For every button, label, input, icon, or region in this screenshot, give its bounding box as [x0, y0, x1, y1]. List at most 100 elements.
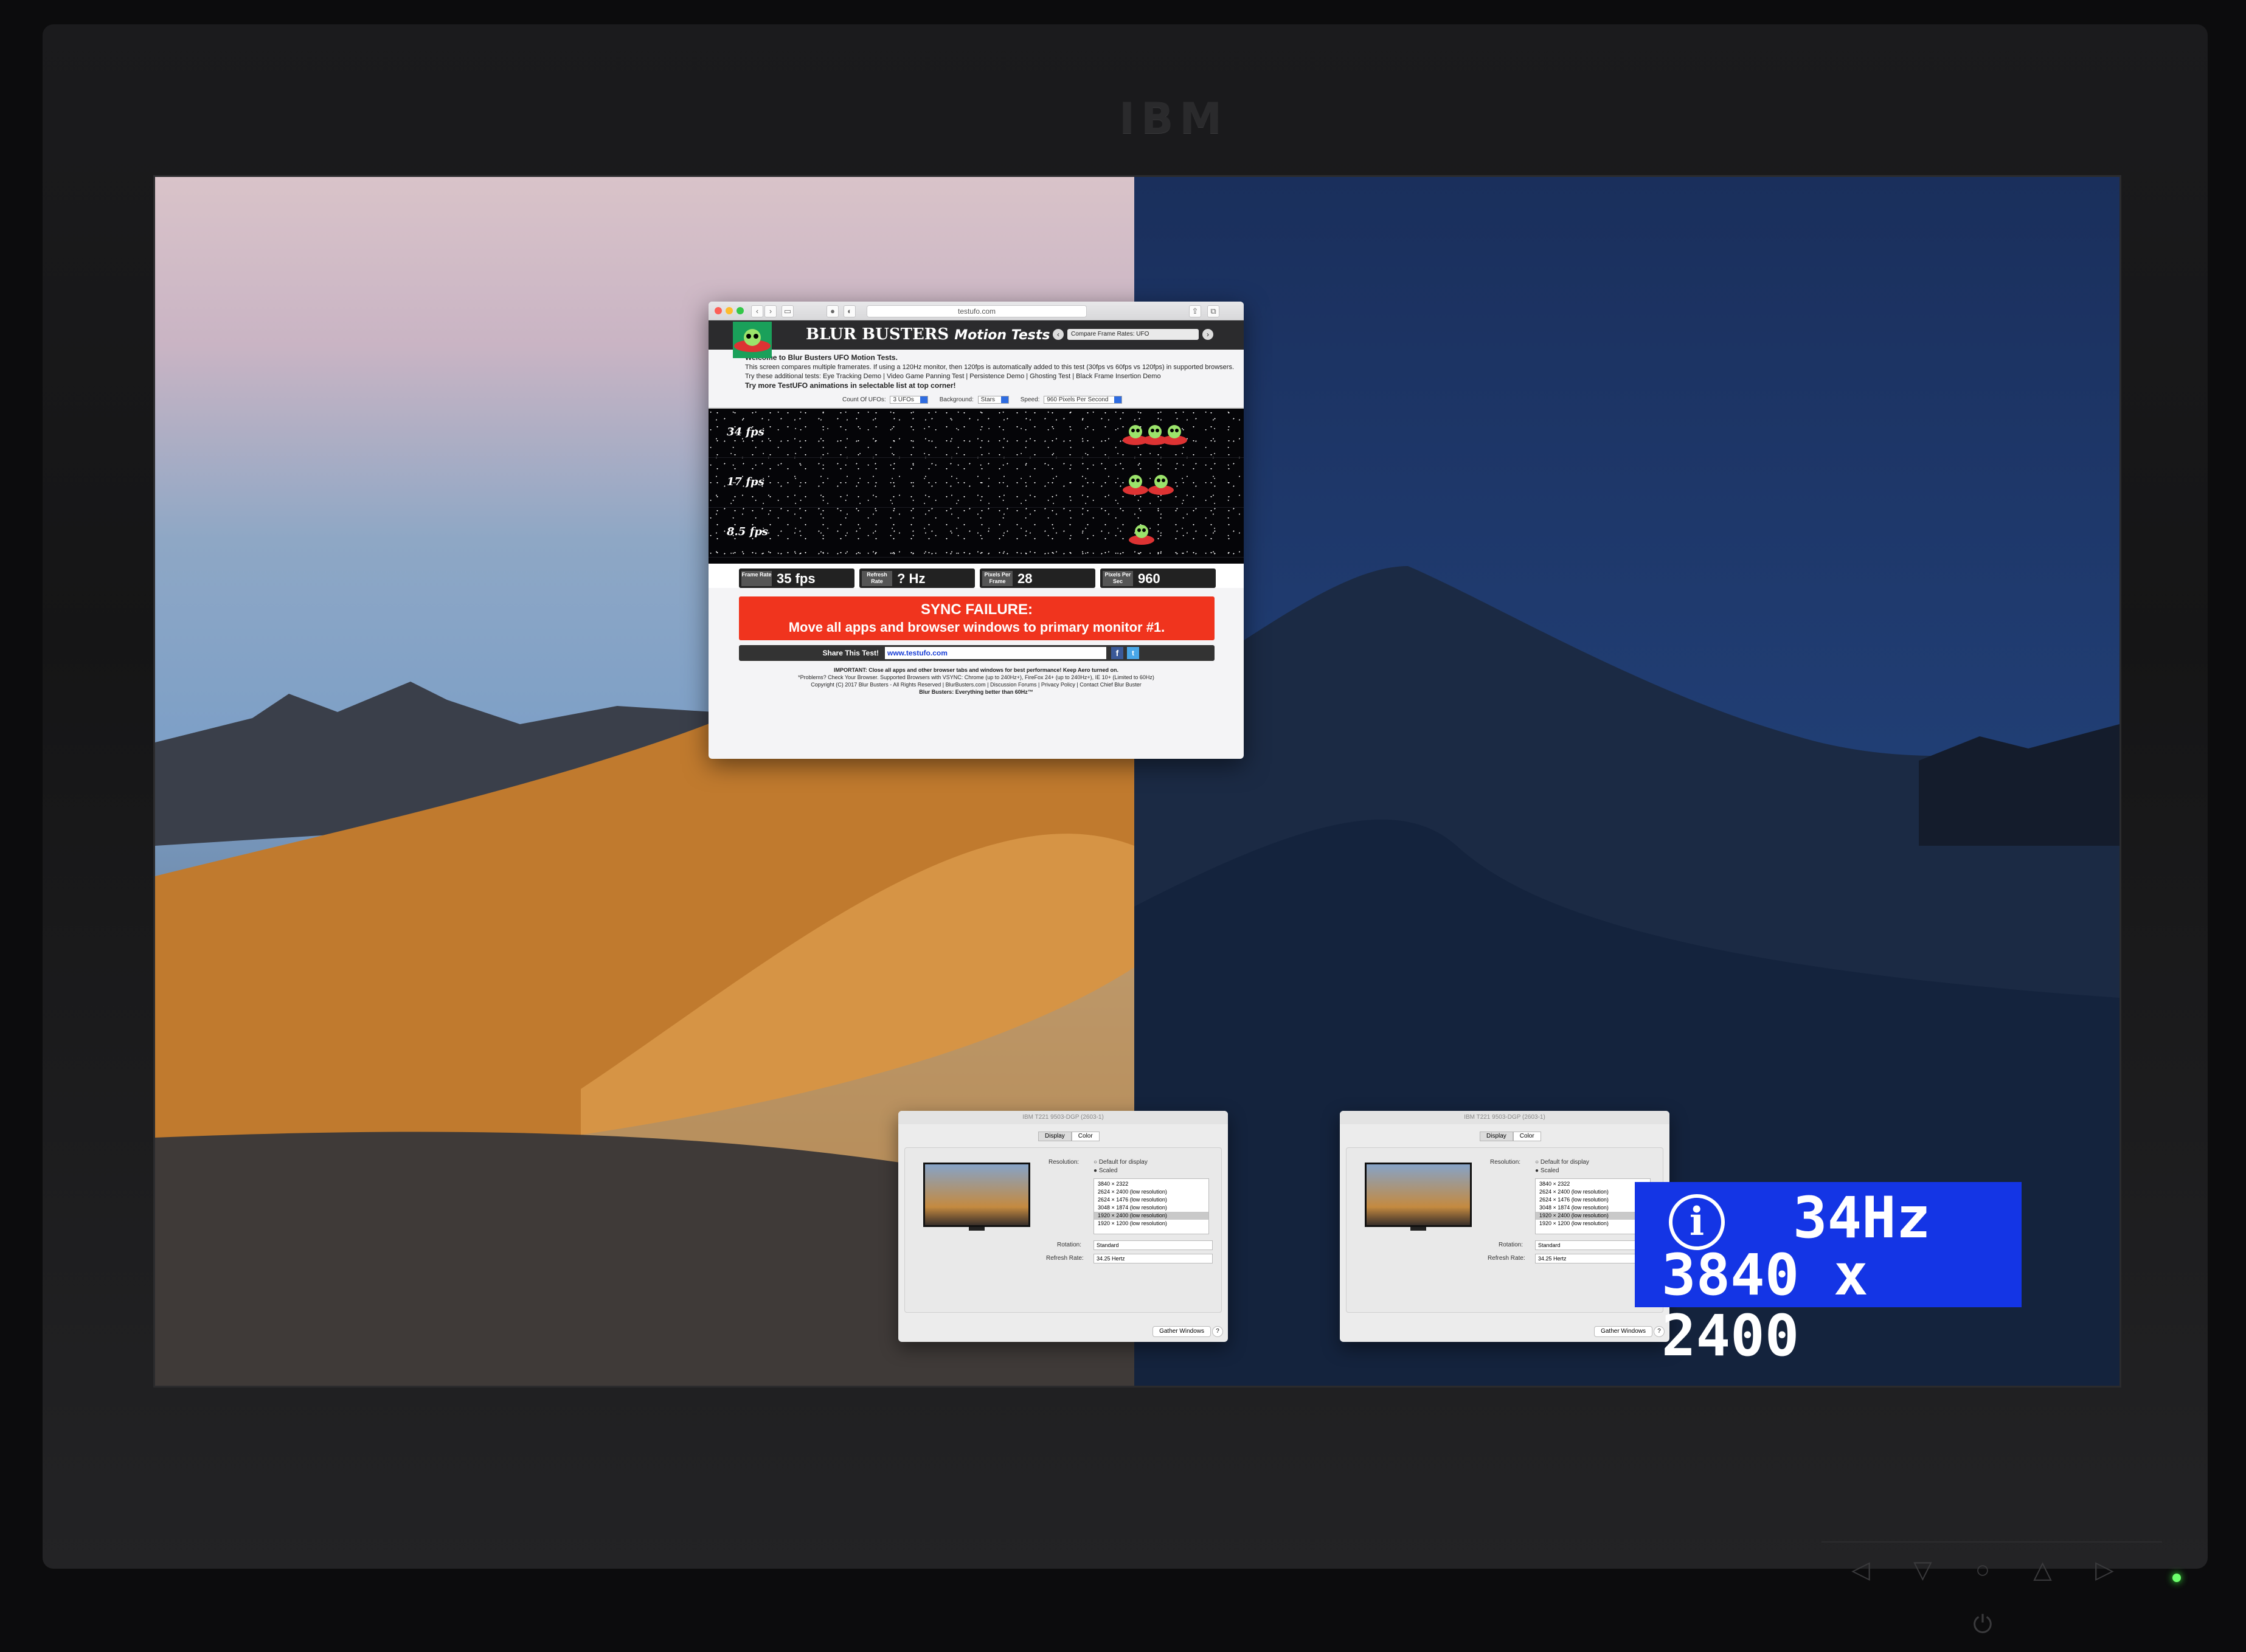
ufo-count-label: Count Of UFOs: [842, 396, 886, 403]
radio-default-label: Default for display [1098, 1159, 1148, 1166]
brand-logo: IBM [1119, 94, 1229, 143]
list-item[interactable]: 1920 × 2400 (low resolution) [1536, 1212, 1650, 1220]
rotation-label: Rotation: [1057, 1242, 1082, 1248]
ufo-count-select[interactable]: 3 UFOs [890, 396, 928, 404]
lane-label: 17 fps [727, 475, 764, 488]
intro-line-2[interactable]: Try these additional tests: Eye Tracking… [745, 373, 1161, 380]
gather-windows-button[interactable]: Gather Windows [1152, 1326, 1211, 1337]
background-label: Background: [939, 396, 974, 403]
osd-resolution: 3840 x 2400 [1662, 1242, 1868, 1369]
browser-titlebar[interactable]: ‹ › ▭ ● ◐ testufo.com ⇪ ⧉ [709, 302, 1244, 320]
ufo-test-area: 34 fps 17 fps 8.5 fps [709, 407, 1244, 564]
twitter-icon[interactable]: t [1127, 647, 1139, 659]
refresh-label: Refresh Rate: [1046, 1255, 1084, 1262]
prev-test-icon[interactable]: ‹ [1053, 329, 1064, 340]
speed-control[interactable]: Speed: 960 Pixels Per Second [1021, 396, 1123, 404]
browser-window[interactable]: ‹ › ▭ ● ◐ testufo.com ⇪ ⧉ BLUR BUSTERS M… [709, 302, 1244, 759]
list-item[interactable]: 3840 × 2322 [1539, 1180, 1650, 1188]
rotation-label: Rotation: [1499, 1242, 1523, 1248]
close-button[interactable] [715, 307, 722, 314]
radio-scaled-label: Scaled [1098, 1167, 1118, 1174]
list-item[interactable]: 1920 × 1200 (low resolution) [1098, 1220, 1208, 1228]
resolution-label: Resolution: [1490, 1159, 1521, 1166]
radio-default[interactable]: ○ Default for display [1535, 1159, 1589, 1166]
list-item[interactable]: 2624 × 2400 (low resolution) [1098, 1188, 1208, 1196]
stat-refresh-rate: Refresh Rate ? Hz [859, 569, 975, 588]
next-test-icon[interactable]: › [1202, 329, 1213, 340]
tab-display[interactable]: Display [1480, 1132, 1513, 1141]
test-select[interactable]: Compare Frame Rates: UFO [1067, 329, 1199, 340]
address-bar[interactable]: testufo.com [867, 305, 1087, 317]
list-item[interactable]: 3048 × 1874 (low resolution) [1539, 1204, 1650, 1212]
display-prefs-window-2[interactable]: IBM T221 9503-DGP (2603-1) Display Color … [1340, 1111, 1669, 1342]
list-item[interactable]: 1920 × 2400 (low resolution) [1094, 1212, 1208, 1220]
speed-select[interactable]: 960 Pixels Per Second [1044, 396, 1123, 404]
radio-scaled[interactable]: ● Scaled [1094, 1167, 1117, 1174]
radio-scaled[interactable]: ● Scaled [1535, 1167, 1559, 1174]
zoom-button[interactable] [737, 307, 744, 314]
display-stand [1410, 1227, 1426, 1231]
list-item[interactable]: 3048 × 1874 (low resolution) [1098, 1204, 1208, 1212]
sync-message: Move all apps and browser windows to pri… [788, 620, 1165, 635]
site-header: BLUR BUSTERS Motion Tests ‹ Compare Fram… [709, 320, 1244, 358]
ufo-icon [1148, 475, 1174, 495]
extension-icon[interactable]: ● [827, 305, 839, 317]
monitor-button-panel[interactable]: ◁ ▽ ○ △ ▷ ⏻ [1821, 1541, 2162, 1638]
stat-value: ? Hz [897, 571, 926, 586]
tab-color[interactable]: Color [1513, 1132, 1541, 1141]
list-item[interactable]: 2624 × 2400 (low resolution) [1539, 1188, 1650, 1196]
list-item[interactable]: 3840 × 2322 [1098, 1180, 1208, 1188]
stat-pixels-per-frame: Pixels Per Frame 28 [980, 569, 1095, 588]
site-subtitle: Motion Tests [954, 328, 1050, 343]
refresh-label: Refresh Rate: [1488, 1255, 1525, 1262]
background-control[interactable]: Background: Stars [940, 396, 1009, 404]
tab-color[interactable]: Color [1071, 1132, 1100, 1141]
ufo-logo-icon [733, 322, 772, 358]
share-url-field[interactable]: www.testufo.com [885, 647, 1106, 659]
sync-title: SYNC FAILURE: [920, 601, 1033, 618]
stats-bar: Frame Rate 35 fps Refresh Rate ? Hz Pixe… [709, 564, 1244, 588]
footer-line[interactable]: *Problems? Check Your Browser. Supported… [709, 674, 1244, 681]
list-item[interactable]: 1920 × 1200 (low resolution) [1539, 1220, 1650, 1228]
ufo-icon [1123, 475, 1148, 495]
ufo-icon [1129, 525, 1154, 545]
ufo-count-control[interactable]: Count Of UFOs: 3 UFOs [842, 396, 928, 404]
privacy-icon[interactable]: ◐ [844, 305, 856, 317]
background-select[interactable]: Stars [977, 396, 1009, 404]
minimize-button[interactable] [726, 307, 733, 314]
resolution-list[interactable]: 3840 × 2322 2624 × 2400 (low resolution)… [1094, 1178, 1209, 1234]
stat-label: Pixels Per Frame [982, 571, 1013, 586]
tab-display[interactable]: Display [1038, 1132, 1072, 1141]
back-icon[interactable]: ‹ [751, 305, 763, 317]
help-icon[interactable]: ? [1212, 1326, 1223, 1337]
ufo-icon [1162, 425, 1187, 445]
list-item[interactable]: 2624 × 1476 (low resolution) [1539, 1196, 1650, 1204]
facebook-icon[interactable]: f [1111, 647, 1123, 659]
tabs-icon[interactable]: ⧉ [1207, 305, 1219, 317]
radio-default[interactable]: ○ Default for display [1094, 1159, 1148, 1166]
radio-scaled-label: Scaled [1540, 1167, 1559, 1174]
radio-default-label: Default for display [1540, 1159, 1589, 1166]
display-prefs-window-1[interactable]: IBM T221 9503-DGP (2603-1) Display Color … [898, 1111, 1228, 1342]
refresh-select[interactable]: 34.25 Hertz [1094, 1254, 1213, 1263]
share-icon[interactable]: ⇪ [1189, 305, 1201, 317]
sidebar-icon[interactable]: ▭ [782, 305, 794, 317]
rotation-select[interactable]: Standard [1094, 1240, 1213, 1250]
display-thumbnail [923, 1163, 1030, 1227]
forward-icon[interactable]: › [764, 305, 777, 317]
stat-value: 960 [1138, 571, 1160, 586]
lane-2: 17 fps [709, 458, 1244, 508]
resolution-list[interactable]: 3840 × 2322 2624 × 2400 (low resolution)… [1535, 1178, 1651, 1234]
display-stand [969, 1227, 985, 1231]
footer-notes: IMPORTANT: Close all apps and other brow… [709, 666, 1244, 696]
resolution-label: Resolution: [1048, 1159, 1080, 1166]
window-title: IBM T221 9503-DGP (2603-1) [898, 1111, 1228, 1124]
list-item[interactable]: 2624 × 1476 (low resolution) [1098, 1196, 1208, 1204]
share-label: Share This Test! [822, 649, 879, 657]
footer-line[interactable]: Copyright (C) 2017 Blur Busters - All Ri… [709, 681, 1244, 688]
stat-label: Refresh Rate [862, 571, 892, 586]
lane-1: 34 fps [709, 409, 1244, 458]
intro-line-1: This screen compares multiple framerates… [745, 364, 1235, 371]
stat-label: Frame Rate [741, 571, 772, 586]
gather-windows-button[interactable]: Gather Windows [1594, 1326, 1652, 1337]
